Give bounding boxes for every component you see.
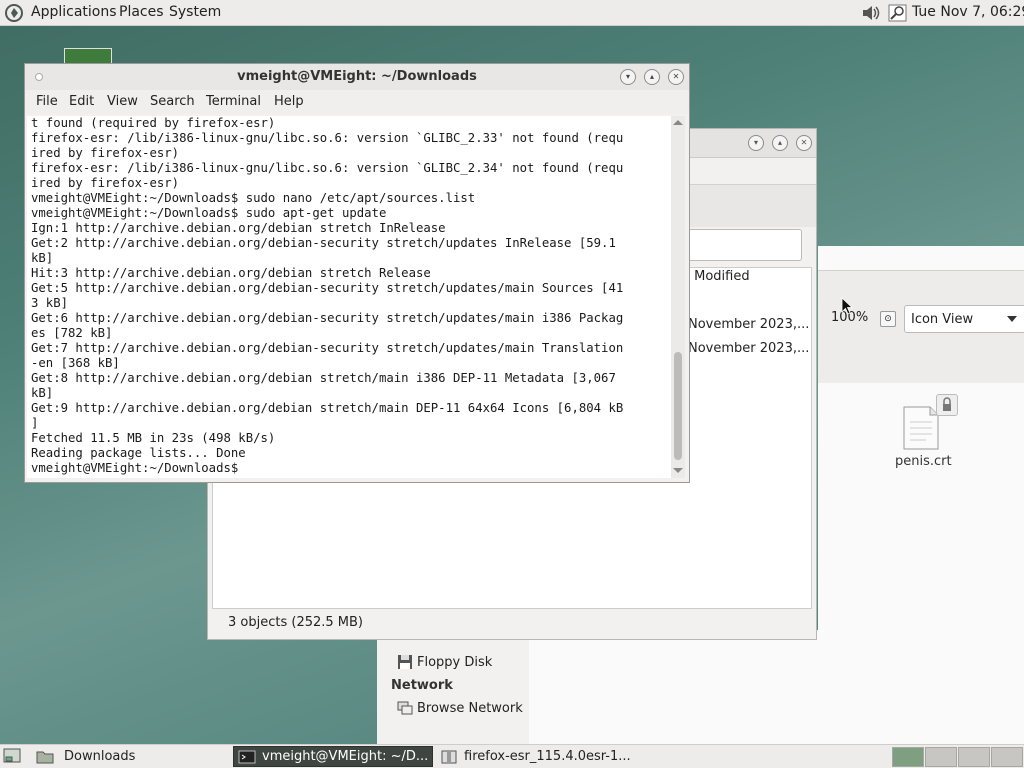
- list-item-date[interactable]: November 2023,...: [688, 341, 809, 356]
- document-file-icon[interactable]: [902, 406, 940, 450]
- status-text: 3 objects (252.5 MB): [228, 615, 363, 630]
- location-input[interactable]: [688, 229, 802, 261]
- menu-edit[interactable]: Edit: [69, 94, 94, 109]
- file-manager-view-area: [529, 630, 818, 746]
- mouse-cursor-icon: [841, 297, 853, 315]
- zoom-reset-button[interactable]: ⊙: [880, 311, 896, 327]
- terminal-window: vmeight@VMEight: ~/Downloads ▾ ▴ ✕ File …: [24, 63, 690, 483]
- terminal-output[interactable]: t found (required by firefox-esr) firefo…: [27, 116, 671, 478]
- terminal-icon: [238, 750, 256, 763]
- workspace-1[interactable]: [892, 747, 924, 767]
- debian-logo-icon[interactable]: [4, 3, 24, 23]
- taskbar-item-label: vmeight@VMEight: ~/D...: [262, 749, 429, 764]
- floppy-disk-icon: [398, 655, 412, 669]
- taskbar-item-downloads[interactable]: Downloads: [32, 746, 230, 767]
- sidebar-item-label: Floppy Disk: [417, 654, 493, 670]
- terminal-menubar: File Edit View Search Terminal Help: [25, 90, 689, 114]
- bottom-taskbar: Downloads vmeight@VMEight: ~/D... firefo…: [0, 744, 1024, 768]
- clock[interactable]: Tue Nov 7, 06:29: [912, 4, 1024, 20]
- folder-icon: [36, 751, 54, 763]
- workspace-4[interactable]: [991, 747, 1023, 767]
- menu-applications[interactable]: Applications: [31, 4, 117, 20]
- taskbar-item-archive[interactable]: firefox-esr_115.4.0esr-1...: [436, 746, 636, 767]
- taskbar-item-terminal[interactable]: vmeight@VMEight: ~/D...: [233, 746, 433, 767]
- sidebar-item-browse-network[interactable]: Browse Network: [397, 700, 523, 716]
- menu-help[interactable]: Help: [274, 94, 304, 109]
- show-desktop-icon[interactable]: [3, 748, 21, 764]
- chevron-down-icon: [1007, 316, 1017, 322]
- workspace-3[interactable]: [958, 747, 990, 767]
- terminal-text: t found (required by firefox-esr) firefo…: [31, 116, 624, 475]
- volume-icon[interactable]: [860, 3, 882, 23]
- terminal-scrollbar[interactable]: [671, 116, 685, 478]
- window-title: vmeight@VMEight: ~/Downloads: [237, 69, 477, 84]
- menu-system[interactable]: System: [169, 4, 221, 20]
- file-name-label[interactable]: penis.crt: [895, 454, 952, 469]
- menu-search[interactable]: Search: [150, 94, 195, 109]
- minimize-icon[interactable]: ▾: [748, 135, 764, 151]
- sidebar-item-label: Browse Network: [417, 700, 523, 716]
- workspace-2[interactable]: [925, 747, 957, 767]
- view-mode-select[interactable]: Icon View: [904, 305, 1024, 333]
- archive-icon: [441, 750, 457, 763]
- taskbar-item-label: firefox-esr_115.4.0esr-1...: [464, 749, 631, 764]
- menu-view[interactable]: View: [107, 94, 138, 109]
- scroll-up-icon[interactable]: [673, 120, 683, 125]
- window-titlebar[interactable]: vmeight@VMEight: ~/Downloads ▾ ▴ ✕: [25, 64, 689, 91]
- close-icon[interactable]: ✕: [668, 69, 684, 85]
- maximize-icon[interactable]: ▴: [772, 135, 788, 151]
- menu-file[interactable]: File: [36, 94, 58, 109]
- maximize-icon[interactable]: ▴: [644, 69, 660, 85]
- scroll-down-icon[interactable]: [673, 468, 683, 473]
- sidebar-network-header: Network: [391, 678, 453, 693]
- column-header-date-modified[interactable]: e Modified: [682, 269, 750, 284]
- sidebar-item-floppy[interactable]: Floppy Disk: [397, 654, 492, 670]
- menu-terminal[interactable]: Terminal: [206, 94, 261, 109]
- top-panel: Applications Places System Tue Nov 7, 06…: [0, 0, 1024, 26]
- minimize-icon[interactable]: ▾: [620, 69, 636, 85]
- close-icon[interactable]: ✕: [796, 135, 812, 151]
- network-icon: [397, 701, 413, 715]
- taskbar-item-label: Downloads: [64, 749, 136, 764]
- view-mode-value: Icon View: [911, 312, 974, 327]
- list-item-date[interactable]: November 2023,...: [688, 317, 809, 332]
- scrollbar-thumb[interactable]: [674, 352, 682, 460]
- menu-places[interactable]: Places: [119, 4, 164, 20]
- lock-icon: [936, 394, 958, 416]
- network-search-icon[interactable]: [888, 3, 908, 23]
- file-manager-sidebar: Devices Floppy Disk Network Browse Netwo…: [377, 630, 530, 746]
